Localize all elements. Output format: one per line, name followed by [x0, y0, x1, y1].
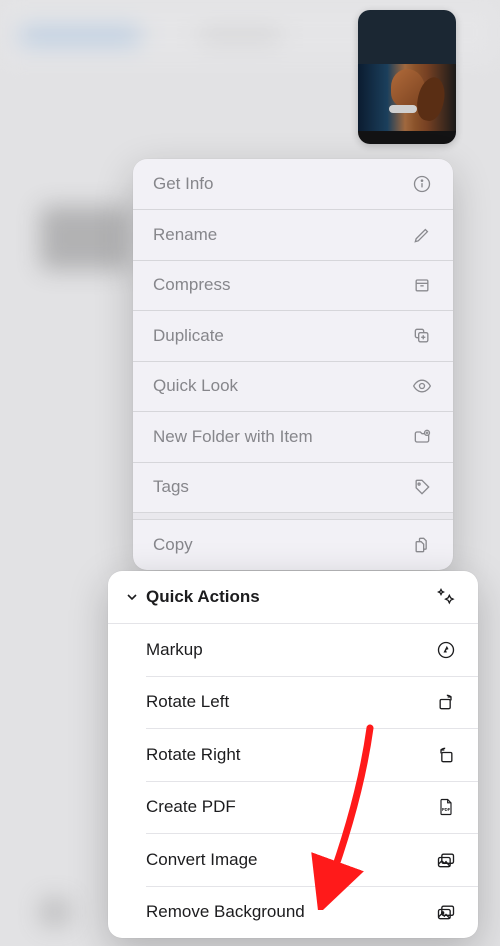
menu-item-label: Compress — [153, 275, 230, 295]
menu-item-get-info[interactable]: Get Info — [133, 159, 453, 209]
menu-item-label: New Folder with Item — [153, 427, 313, 447]
remove-background-icon — [434, 900, 458, 924]
new-folder-icon — [411, 426, 433, 448]
quick-action-rotate-left[interactable]: Rotate Left — [108, 676, 478, 728]
quick-action-label: Rotate Right — [146, 745, 241, 765]
menu-item-label: Tags — [153, 477, 189, 497]
quick-action-convert-image[interactable]: Convert Image — [108, 834, 478, 886]
context-menu: Get Info Rename Compress Duplicate Quick… — [133, 159, 453, 570]
markup-icon — [434, 638, 458, 662]
menu-item-label: Rename — [153, 225, 217, 245]
copy-icon — [411, 534, 433, 556]
menu-item-label: Duplicate — [153, 326, 224, 346]
quick-action-create-pdf[interactable]: Create PDF PDF — [108, 781, 478, 833]
pdf-icon: PDF — [434, 795, 458, 819]
sparkle-icon — [434, 585, 458, 609]
quick-action-label: Markup — [146, 640, 203, 660]
quick-action-markup[interactable]: Markup — [108, 624, 478, 676]
menu-item-label: Copy — [153, 535, 193, 555]
quick-actions-title: Quick Actions — [146, 587, 260, 607]
pencil-icon — [411, 224, 433, 246]
menu-item-quick-look[interactable]: Quick Look — [133, 361, 453, 411]
menu-item-copy[interactable]: Copy — [133, 520, 453, 570]
menu-item-new-folder[interactable]: New Folder with Item — [133, 412, 453, 462]
rotate-right-icon — [434, 743, 458, 767]
duplicate-icon — [411, 325, 433, 347]
quick-actions-header[interactable]: Quick Actions — [108, 571, 478, 623]
quick-action-remove-background[interactable]: Remove Background — [108, 886, 478, 938]
quick-actions-panel: Quick Actions Markup Rotate Left Rotate … — [108, 571, 478, 938]
quick-action-label: Rotate Left — [146, 692, 229, 712]
svg-text:PDF: PDF — [442, 807, 451, 812]
menu-item-label: Get Info — [153, 174, 213, 194]
quick-action-label: Convert Image — [146, 850, 258, 870]
rotate-left-icon — [434, 690, 458, 714]
thumbnail-image-dog — [358, 10, 456, 144]
menu-item-duplicate[interactable]: Duplicate — [133, 311, 453, 361]
eye-icon — [411, 375, 433, 397]
menu-item-compress[interactable]: Compress — [133, 260, 453, 310]
menu-item-tags[interactable]: Tags — [133, 462, 453, 512]
quick-action-label: Create PDF — [146, 797, 236, 817]
quick-action-rotate-right[interactable]: Rotate Right — [108, 729, 478, 781]
chevron-down-icon — [122, 589, 142, 605]
selected-file-thumbnail[interactable] — [358, 10, 456, 144]
menu-item-rename[interactable]: Rename — [133, 210, 453, 260]
info-icon — [411, 173, 433, 195]
archive-icon — [411, 274, 433, 296]
tag-icon — [411, 476, 433, 498]
convert-image-icon — [434, 848, 458, 872]
quick-action-label: Remove Background — [146, 902, 305, 922]
menu-item-label: Quick Look — [153, 376, 238, 396]
